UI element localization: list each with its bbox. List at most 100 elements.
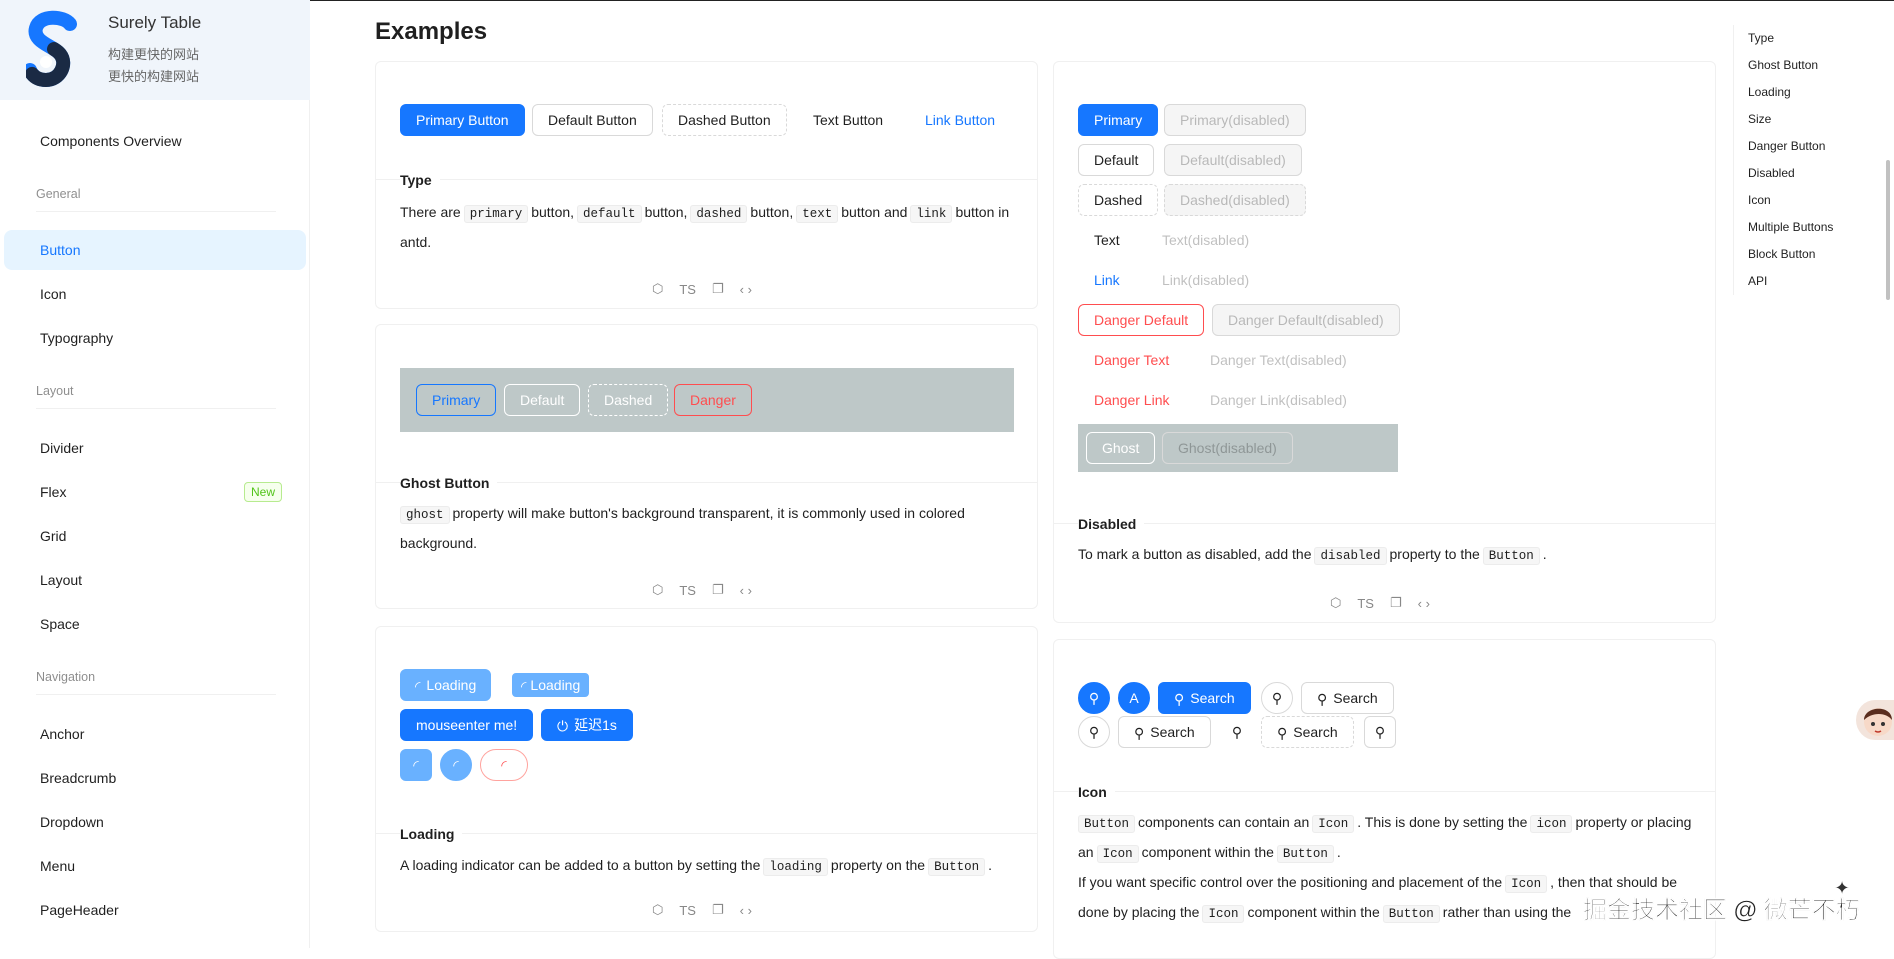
toc-item-loading[interactable]: Loading <box>1734 79 1863 106</box>
sidebar-item-space[interactable]: Space <box>0 604 306 644</box>
toc-item-ghost-button[interactable]: Ghost Button <box>1734 52 1863 79</box>
search-icon: ⚲ <box>1317 691 1328 708</box>
toc-item-icon[interactable]: Icon <box>1734 187 1863 214</box>
ghost-button[interactable]: Ghost <box>1086 432 1156 464</box>
ts-toggle[interactable]: TS <box>679 282 696 297</box>
danger-link-button[interactable]: Danger Link <box>1078 384 1186 416</box>
search-icon: ⚲ <box>1277 725 1288 742</box>
loading-icon: ◜ <box>501 757 507 773</box>
sidebar-item-typography[interactable]: Typography <box>0 318 306 358</box>
sidebar-group-layout: Layout <box>36 384 274 409</box>
page-title: Examples <box>375 18 488 45</box>
card-divider <box>376 833 1037 834</box>
danger-default-button[interactable]: Danger Default <box>1078 304 1205 336</box>
danger-text-button[interactable]: Danger Text <box>1078 344 1185 376</box>
sidebar-item-anchor[interactable]: Anchor <box>0 714 306 754</box>
toc-item-block-button[interactable]: Block Button <box>1734 241 1863 268</box>
default-button[interactable]: Default <box>1078 144 1155 176</box>
sidebar-item-layout[interactable]: Layout <box>0 560 306 600</box>
search-circle-button[interactable]: ⚲ <box>1078 716 1110 748</box>
search-button[interactable]: ⚲ Search <box>1118 716 1211 748</box>
codesandbox-icon[interactable]: ⬡ <box>652 281 663 297</box>
sidebar-item-divider[interactable]: Divider <box>0 428 306 468</box>
mouseenter-button[interactable]: mouseenter me! <box>400 709 534 741</box>
loading-icon-button[interactable]: ◜ <box>400 749 432 781</box>
copy-icon[interactable]: ❐ <box>712 281 724 297</box>
loading-icon: ◜ <box>521 678 527 695</box>
sidebar-item-grid[interactable]: Grid <box>0 516 306 556</box>
brand-header: Surely Table 构建更快的网站 更快的构建网站 <box>0 0 310 100</box>
text-button[interactable]: Text <box>1078 224 1136 256</box>
card-desc-type: There are primary button, default button, das… <box>400 204 1010 250</box>
card-title-disabled: Disabled <box>1078 516 1145 532</box>
search-circle-default-button[interactable]: ⚲ <box>1261 682 1293 714</box>
card-desc-ghost: ghost property will make button's backgro… <box>400 505 965 551</box>
default-disabled-button: Default(disabled) <box>1164 144 1302 176</box>
link-button[interactable]: Link <box>1078 264 1136 296</box>
code-expand-icon[interactable]: ‹ › <box>740 282 752 297</box>
ts-toggle[interactable]: TS <box>679 903 696 918</box>
codesandbox-icon[interactable]: ⬡ <box>652 902 663 918</box>
code-expand-icon[interactable]: ‹ › <box>740 583 752 598</box>
sidebar-item-components-overview[interactable]: Components Overview <box>0 121 306 161</box>
letter-a-circle-button[interactable]: A <box>1118 682 1150 714</box>
toc-item-disabled[interactable]: Disabled <box>1734 160 1863 187</box>
loading-circle-button[interactable]: ◜ <box>440 749 472 781</box>
sidebar-item-button[interactable]: Button <box>4 230 306 270</box>
search-icon-button[interactable]: ⚲ <box>1364 716 1396 748</box>
sidebar-item-dropdown[interactable]: Dropdown <box>0 802 306 842</box>
card-desc-disabled: To mark a button as disabled, add the dis… <box>1078 546 1547 565</box>
toc-item-multiple-buttons[interactable]: Multiple Buttons <box>1734 214 1863 241</box>
loading-danger-round-button[interactable]: ◜ <box>480 749 528 781</box>
ghost-default-button[interactable]: Default <box>504 384 581 416</box>
primary-button[interactable]: Primary <box>1078 104 1159 136</box>
brand-tagline-1: 构建更快的网站 <box>108 47 200 62</box>
primary-button[interactable]: Primary Button <box>400 104 525 136</box>
search-dashed-button[interactable]: ⚲ Search <box>1261 716 1354 748</box>
ghost-primary-button[interactable]: Primary <box>416 384 497 416</box>
card-desc-loading: A loading indicator can be added to a bu… <box>400 857 992 876</box>
code-actions: ⬡ TS ❐ ‹ › <box>652 901 752 919</box>
default-button[interactable]: Default Button <box>532 104 653 136</box>
copy-icon[interactable]: ❐ <box>712 582 724 598</box>
loading-button[interactable]: ◜ Loading <box>400 669 492 701</box>
card-title-type: Type <box>400 172 440 188</box>
sidebar-item-breadcrumb[interactable]: Breadcrumb <box>0 758 306 798</box>
ghost-danger-button[interactable]: Danger <box>674 384 752 416</box>
sidebar-item-flex[interactable]: Flex New <box>0 472 306 512</box>
card-divider <box>1054 791 1715 792</box>
link-button[interactable]: Link Button <box>909 104 1011 136</box>
toc-item-danger-button[interactable]: Danger Button <box>1734 133 1863 160</box>
copy-icon[interactable]: ❐ <box>1390 595 1402 611</box>
loading-small-button[interactable]: ◜ Loading <box>512 673 590 697</box>
code-expand-icon[interactable]: ‹ › <box>740 903 752 918</box>
search-default-button[interactable]: ⚲ Search <box>1301 682 1394 714</box>
logo-icon <box>26 10 77 88</box>
brand-name: Surely Table <box>108 13 202 32</box>
codesandbox-icon[interactable]: ⬡ <box>652 582 663 598</box>
search-text-circle-button[interactable]: ⚲ <box>1221 716 1253 748</box>
ts-toggle[interactable]: TS <box>679 583 696 598</box>
code-expand-icon[interactable]: ‹ › <box>1418 596 1430 611</box>
toc-item-api[interactable]: API <box>1734 268 1863 295</box>
search-primary-button[interactable]: ⚲ Search <box>1158 682 1251 714</box>
code-actions: ⬡ TS ❐ ‹ › <box>652 280 752 298</box>
sidebar-item-menu[interactable]: Menu <box>0 846 306 886</box>
ghost-dashed-button[interactable]: Dashed <box>588 384 669 416</box>
scrollbar[interactable] <box>1886 160 1890 300</box>
ts-toggle[interactable]: TS <box>1357 596 1374 611</box>
toc-item-type[interactable]: Type <box>1734 25 1863 52</box>
ghost-disabled-button: Ghost(disabled) <box>1162 432 1293 464</box>
assistant-avatar[interactable] <box>1856 700 1894 740</box>
sidebar-item-pageheader[interactable]: PageHeader <box>0 890 306 930</box>
toc-item-size[interactable]: Size <box>1734 106 1863 133</box>
codesandbox-icon[interactable]: ⬡ <box>1330 595 1341 611</box>
dashed-button[interactable]: Dashed Button <box>662 104 787 136</box>
delay-button[interactable]: ⏻ 延迟1s <box>541 709 633 741</box>
copy-icon[interactable]: ❐ <box>712 902 724 918</box>
dashed-button[interactable]: Dashed <box>1078 184 1159 216</box>
sidebar-item-icon[interactable]: Icon <box>0 274 306 314</box>
search-circle-primary-button[interactable]: ⚲ <box>1078 682 1110 714</box>
text-button[interactable]: Text Button <box>797 104 899 136</box>
card-title-loading: Loading <box>400 826 463 842</box>
